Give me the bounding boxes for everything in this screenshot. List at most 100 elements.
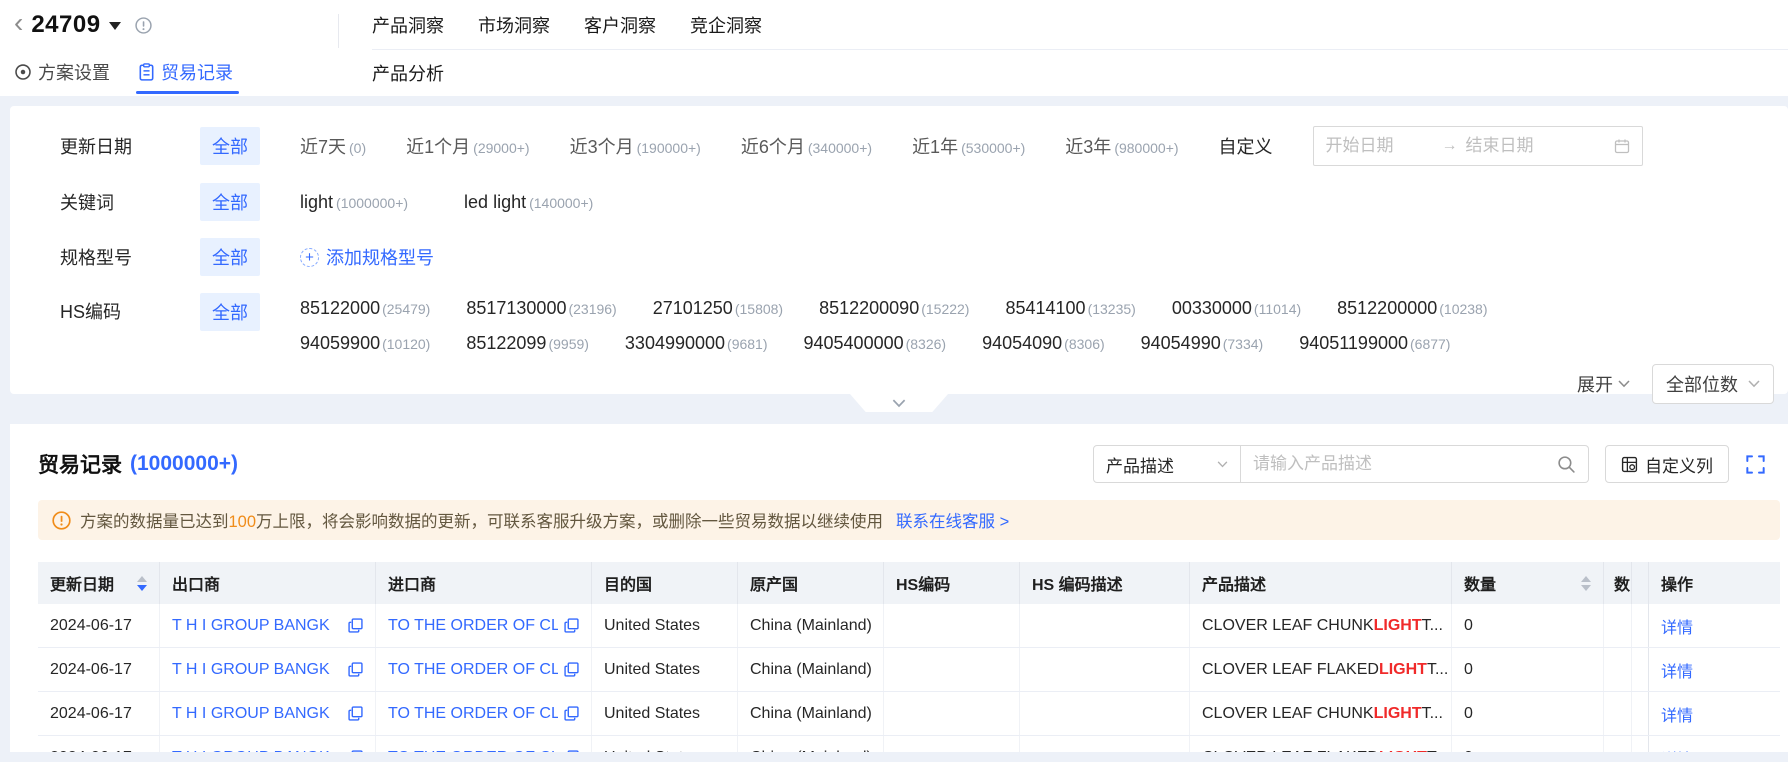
- importer-link[interactable]: TO THE ORDER OF CL: [388, 661, 558, 679]
- date-option[interactable]: 近3年 (980000+): [1065, 133, 1178, 159]
- hs-code-option[interactable]: 8512200090 (15222): [819, 298, 969, 319]
- date-option[interactable]: 近6个月 (340000+): [741, 133, 872, 159]
- hs-code-option[interactable]: 3304990000 (9681): [625, 333, 768, 354]
- detail-link[interactable]: 详情: [1661, 614, 1693, 638]
- hs-code-option[interactable]: 27101250 (15808): [653, 298, 783, 319]
- exporter-link[interactable]: T H I GROUP BANGK: [172, 617, 330, 635]
- tab-trade-records[interactable]: 贸易记录: [136, 50, 239, 94]
- hs-code-option[interactable]: 8517130000 (23196): [466, 298, 616, 319]
- column-header[interactable]: HS 编码描述: [1020, 562, 1190, 604]
- importer-link[interactable]: TO THE ORDER OF CL: [388, 617, 558, 635]
- expand-toggle[interactable]: 展开: [1577, 371, 1630, 397]
- nav-item[interactable]: 客户洞察: [584, 12, 656, 38]
- hs-code-option[interactable]: 94054990 (7334): [1141, 333, 1264, 354]
- hs-code-option[interactable]: 85414100 (13235): [1005, 298, 1135, 319]
- column-header[interactable]: 更新日期: [38, 562, 160, 604]
- cell-extra: [1604, 604, 1632, 647]
- hs-digits-select[interactable]: 全部位数: [1652, 364, 1774, 404]
- copy-icon[interactable]: [348, 706, 363, 721]
- hs-code-option[interactable]: 85122000 (25479): [300, 298, 430, 319]
- column-header[interactable]: 原产国: [738, 562, 884, 604]
- detail-link[interactable]: 详情: [1661, 702, 1693, 726]
- copy-icon[interactable]: [564, 750, 579, 752]
- keyword-option[interactable]: light (1000000+): [300, 192, 408, 213]
- column-header[interactable]: HS编码: [884, 562, 1020, 604]
- fullscreen-icon[interactable]: [1745, 454, 1766, 475]
- hs-code-option[interactable]: 94059900 (10120): [300, 333, 430, 354]
- copy-icon[interactable]: [348, 662, 363, 677]
- top-header: ‹ 24709 方案设置 贸易记录 产品洞察 市场洞察 客户洞察 竞企洞察 产品…: [0, 0, 1788, 96]
- importer-link[interactable]: TO THE ORDER OF CL: [388, 749, 558, 753]
- exporter-link[interactable]: T H I GROUP BANGK: [172, 749, 330, 753]
- highlighted-keyword: LIGHT: [1379, 749, 1427, 753]
- column-header[interactable]: 操作: [1648, 562, 1764, 604]
- plan-dropdown-caret-icon[interactable]: [108, 21, 121, 36]
- hs-code-option[interactable]: 9405400000 (8326): [804, 333, 947, 354]
- sort-icon[interactable]: [137, 571, 147, 596]
- filter-all-chip[interactable]: 全部: [200, 293, 260, 331]
- date-option[interactable]: 近7天 (0): [300, 133, 366, 159]
- subnav-product-analysis[interactable]: 产品分析: [372, 60, 444, 86]
- sort-icon[interactable]: [1581, 571, 1591, 596]
- hs-code-option[interactable]: 94054090 (8306): [982, 333, 1105, 354]
- cell-hs-desc: [1020, 648, 1190, 691]
- copy-icon[interactable]: [564, 706, 579, 721]
- copy-icon[interactable]: [348, 618, 363, 633]
- filter-label: 规格型号: [60, 248, 132, 268]
- date-range-picker[interactable]: →: [1312, 126, 1643, 166]
- filter-all-chip[interactable]: 全部: [200, 183, 260, 221]
- date-option[interactable]: 近1个月 (29000+): [406, 133, 529, 159]
- column-header[interactable]: 数量: [1452, 562, 1604, 604]
- end-date-input[interactable]: [1465, 136, 1574, 156]
- copy-icon[interactable]: [564, 662, 579, 677]
- cell-hs-desc: [1020, 692, 1190, 735]
- search-input[interactable]: [1253, 454, 1557, 474]
- column-header[interactable]: 进口商: [376, 562, 592, 604]
- custom-columns-button[interactable]: 自定义列: [1605, 445, 1729, 483]
- nav-item[interactable]: 竞企洞察: [690, 12, 762, 38]
- column-header[interactable]: 目的国: [592, 562, 738, 604]
- table-row: 2024-06-17 T H I GROUP BANGK TO THE ORDE…: [38, 692, 1780, 736]
- add-spec-button[interactable]: + 添加规格型号: [300, 244, 434, 270]
- hs-code-option[interactable]: 8512200000 (10238): [1337, 298, 1487, 319]
- date-option[interactable]: 近1年 (530000+): [912, 133, 1025, 159]
- column-header[interactable]: 出口商: [160, 562, 376, 604]
- search-field-select[interactable]: 产品描述: [1093, 445, 1241, 483]
- plan-id[interactable]: 24709: [31, 11, 100, 39]
- detail-link[interactable]: 详情: [1661, 658, 1693, 682]
- exporter-link[interactable]: T H I GROUP BANGK: [172, 661, 330, 679]
- nav-item[interactable]: 产品洞察: [372, 12, 444, 38]
- settings-target-icon: [14, 63, 32, 81]
- tab-plan-settings[interactable]: 方案设置: [14, 50, 110, 94]
- contact-support-link[interactable]: 联系在线客服 >: [896, 508, 1009, 532]
- cell-destination: United States: [592, 604, 738, 647]
- date-option[interactable]: 近3个月 (190000+): [570, 133, 701, 159]
- collapse-filters-tab[interactable]: [850, 394, 948, 412]
- cell-quantity: 0: [1452, 648, 1604, 691]
- copy-icon[interactable]: [564, 618, 579, 633]
- custom-date-label[interactable]: 自定义: [1219, 133, 1273, 159]
- cell-hs-desc: [1020, 604, 1190, 647]
- copy-icon[interactable]: [348, 750, 363, 752]
- start-date-input[interactable]: [1325, 136, 1434, 156]
- filter-row-date: 更新日期 全部 近7天 (0) 近1个月 (29000+) 近3个月 (190000+…: [60, 126, 1772, 166]
- hs-code-option[interactable]: 85122099 (9959): [466, 333, 589, 354]
- detail-link[interactable]: 详情: [1661, 746, 1693, 753]
- hs-code-option[interactable]: 00330000 (11014): [1172, 298, 1301, 319]
- column-header[interactable]: 数: [1604, 562, 1632, 604]
- hs-code-option[interactable]: 94051199000 (6877): [1299, 333, 1450, 354]
- record-count[interactable]: (1000000+): [130, 452, 238, 476]
- filter-all-chip[interactable]: 全部: [200, 238, 260, 276]
- cell-quantity: 0: [1452, 692, 1604, 735]
- back-icon[interactable]: ‹: [14, 9, 23, 37]
- search-icon[interactable]: [1557, 455, 1576, 474]
- cell-product-desc: CLOVER LEAF FLAKED LIGHT T...: [1190, 648, 1452, 691]
- info-icon[interactable]: [134, 16, 152, 34]
- cell-action: 详情: [1648, 648, 1764, 691]
- exporter-link[interactable]: T H I GROUP BANGK: [172, 705, 330, 723]
- importer-link[interactable]: TO THE ORDER OF CL: [388, 705, 558, 723]
- column-header[interactable]: 产品描述: [1190, 562, 1452, 604]
- nav-item[interactable]: 市场洞察: [478, 12, 550, 38]
- keyword-option[interactable]: led light (140000+): [464, 192, 593, 213]
- filter-all-chip[interactable]: 全部: [200, 127, 260, 165]
